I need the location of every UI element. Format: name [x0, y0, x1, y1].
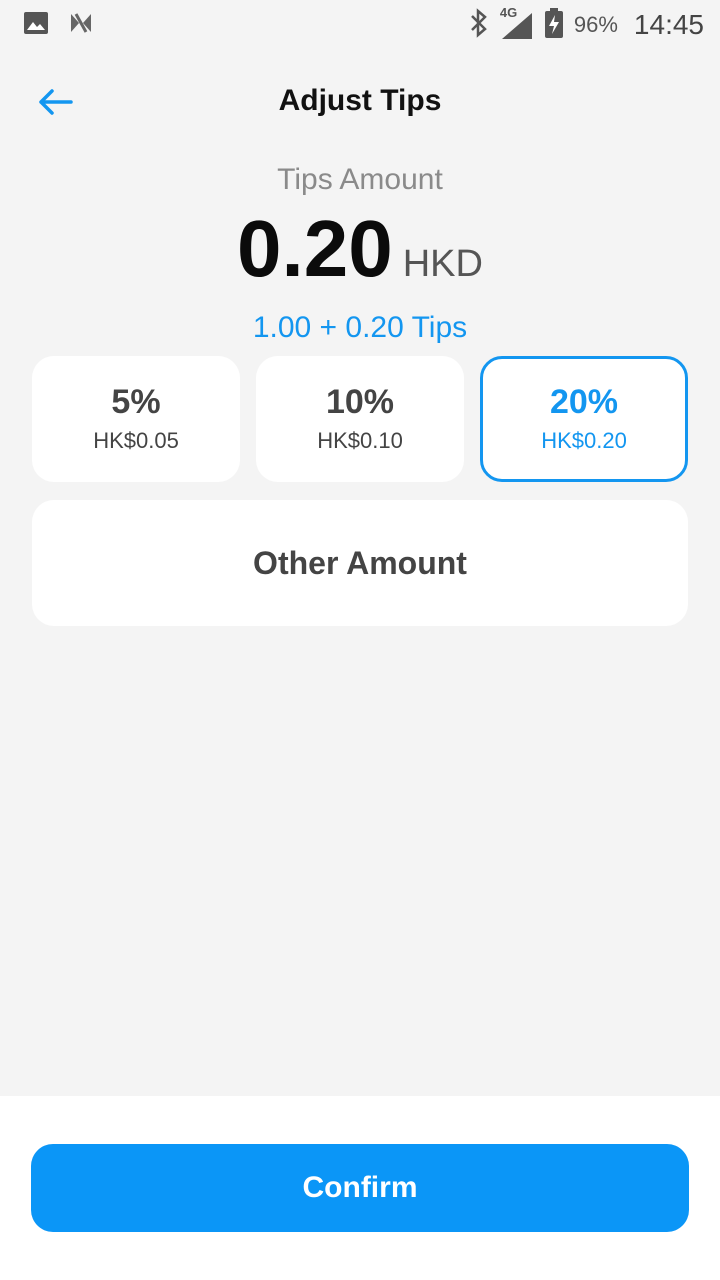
- app-notification-icon: [68, 10, 94, 41]
- tip-option-20-percent[interactable]: 20% HK$0.20: [480, 356, 688, 482]
- status-time: 14:45: [633, 9, 704, 40]
- tip-option-percent: 10%: [325, 383, 395, 421]
- tips-amount-label: Tips Amount: [277, 163, 443, 196]
- status-left: [22, 9, 94, 42]
- page-title: Adjust Tips: [278, 84, 442, 117]
- tip-option-percent: 5%: [111, 383, 161, 421]
- tip-percentage-options: 5% HK$0.05 10% HK$0.10 20% HK$0.20: [32, 356, 688, 482]
- tip-option-5-percent[interactable]: 5% HK$0.05: [32, 356, 240, 482]
- tips-breakdown: 1.00 + 0.20 Tips: [252, 311, 468, 344]
- confirm-button[interactable]: Confirm: [31, 1144, 689, 1232]
- tips-amount-row: 0.20 HKD: [0, 204, 720, 294]
- app-header: Adjust Tips: [0, 66, 720, 142]
- tip-option-amount: HK$0.10: [317, 428, 403, 453]
- other-amount-button[interactable]: Other Amount: [32, 500, 688, 626]
- signal-4g-icon: 4G: [500, 5, 534, 41]
- tip-option-percent: 20%: [549, 383, 619, 421]
- battery-percentage: 96%: [573, 12, 618, 37]
- bluetooth-icon: [468, 7, 490, 43]
- image-icon: [22, 9, 50, 42]
- tips-summary: Tips Amount 0.20 HKD 1.00 + 0.20 Tips: [0, 158, 720, 350]
- tips-amount-value: 0.20: [237, 204, 393, 293]
- tip-option-10-percent[interactable]: 10% HK$0.10: [256, 356, 464, 482]
- status-right: 4G 96% 14:45: [468, 5, 704, 44]
- status-bar: 4G 96% 14:45: [0, 0, 720, 50]
- tips-currency: HKD: [402, 243, 483, 285]
- bottom-panel: Confirm: [0, 1096, 720, 1280]
- tip-option-amount: HK$0.05: [93, 428, 179, 453]
- tip-option-amount: HK$0.20: [541, 428, 627, 453]
- network-type-label: 4G: [499, 5, 518, 20]
- battery-charging-icon: [544, 7, 564, 44]
